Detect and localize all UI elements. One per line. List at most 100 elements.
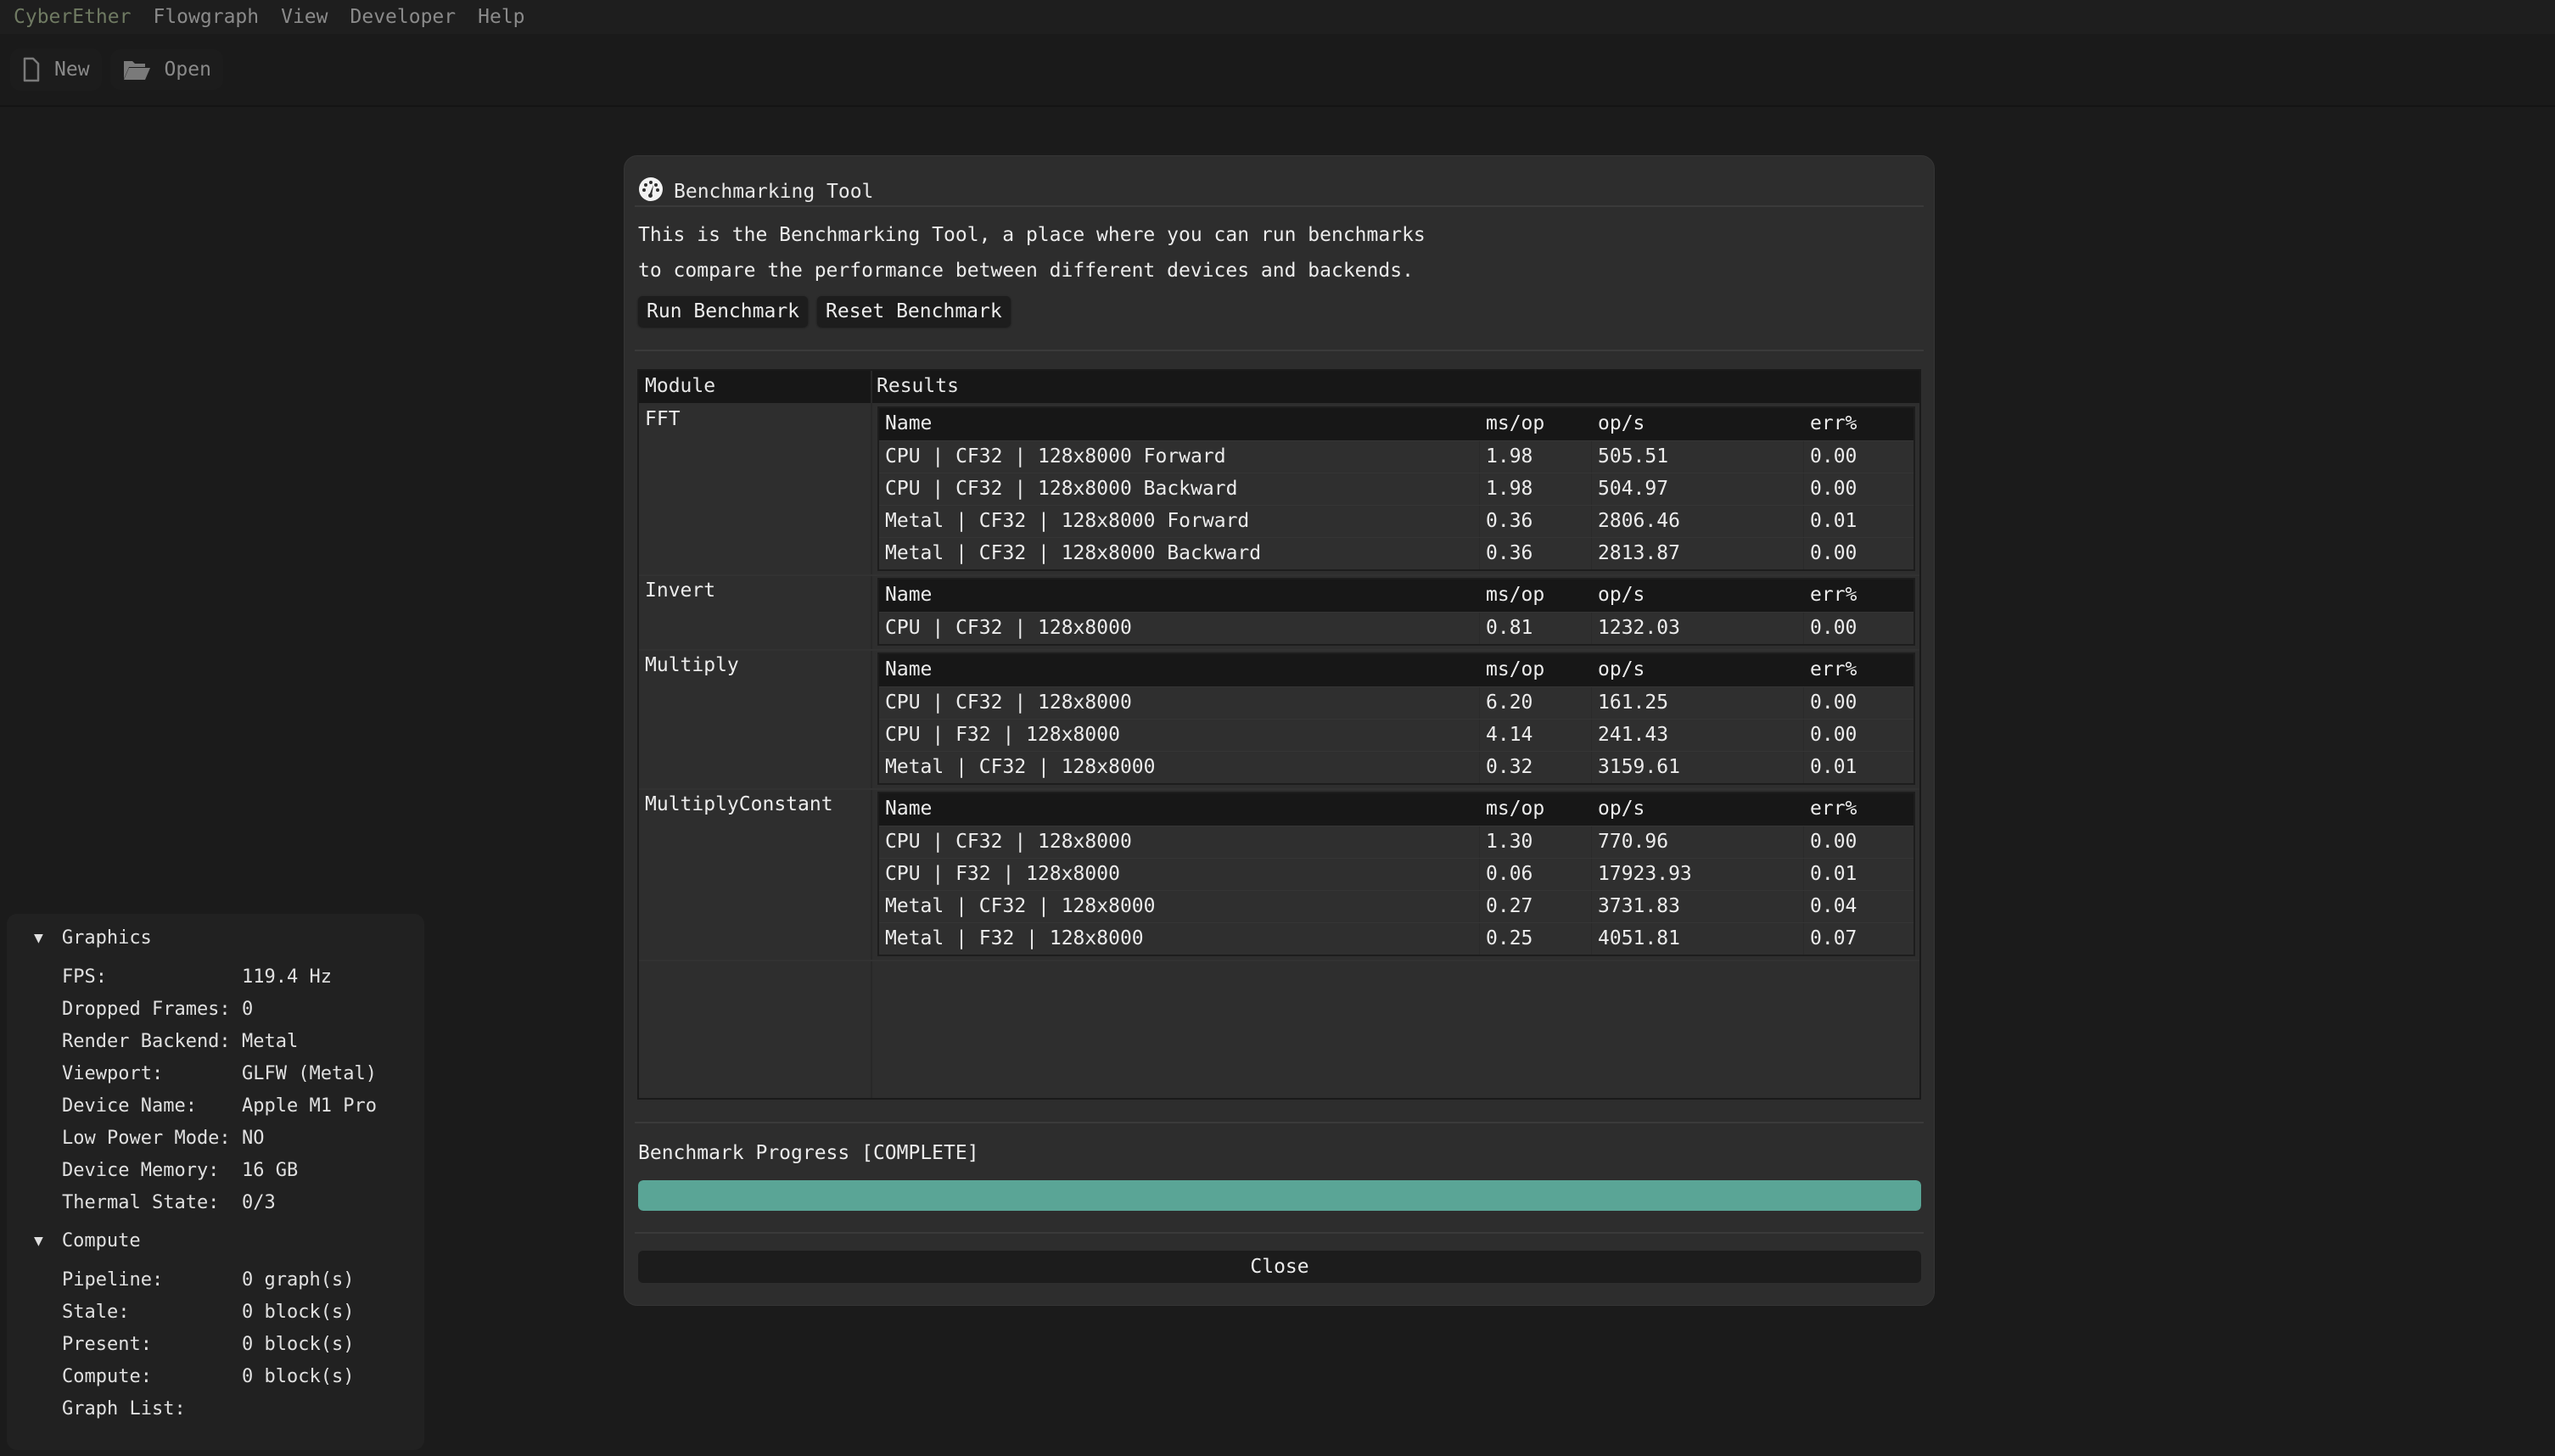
ops-per-sec: 3159.61 — [1598, 756, 1680, 778]
menu-cyberether[interactable]: CyberEther — [14, 6, 131, 28]
table-row: Metal | CF32 | 128x8000 0.32 3159.61 0.01 — [879, 751, 1913, 783]
menu-flowgraph[interactable]: Flowgraph — [153, 6, 259, 28]
new-label: New — [54, 59, 90, 81]
table-row: Metal | CF32 | 128x8000 Backward 0.36 2813… — [879, 537, 1913, 569]
stat-label: Render Backend: — [62, 1031, 231, 1052]
error-percent: 0.01 — [1810, 756, 1857, 778]
progress-fill — [638, 1180, 1921, 1211]
op-s-column-header: op/s — [1598, 412, 1645, 434]
ms-per-op: 0.36 — [1486, 510, 1533, 532]
module-results-table: Name ms/op op/s err% CPU | CF32 | 128x8000 F… — [877, 406, 1915, 571]
module-row: MultiplyConstant Name ms/op op/s err% CPU | C… — [639, 790, 1919, 961]
err-column-header: err% — [1810, 658, 1857, 680]
folder-open-icon — [122, 58, 151, 81]
error-percent: 0.01 — [1810, 510, 1857, 532]
menu-bar: CyberEther Flowgraph View Developer Help — [0, 0, 2555, 34]
benchmark-name: Metal | CF32 | 128x8000 — [885, 756, 1156, 778]
table-row: CPU | F32 | 128x8000 0.06 17923.93 0.01 — [879, 858, 1913, 890]
stat-row: Device Name: Apple M1 Pro — [62, 1095, 377, 1117]
module-results-table: Name ms/op op/s err% CPU | CF32 | 128x8000 0.… — [877, 578, 1915, 646]
stat-row: Thermal State: 0/3 — [62, 1192, 276, 1213]
module-name: FFT — [645, 408, 681, 430]
ms-per-op: 1.98 — [1486, 478, 1533, 500]
table-row: Metal | CF32 | 128x8000 0.27 3731.83 0.04 — [879, 890, 1913, 922]
benchmark-name: CPU | CF32 | 128x8000 Forward — [885, 445, 1226, 468]
ms-per-op: 0.36 — [1486, 542, 1533, 564]
progress-label: Benchmark Progress [COMPLETE] — [638, 1142, 979, 1164]
dialog-title-bar[interactable]: Benchmarking Tool — [638, 168, 873, 216]
name-column-header: Name — [885, 658, 933, 680]
benchmark-name: Metal | CF32 | 128x8000 Backward — [885, 542, 1262, 564]
menu-help[interactable]: Help — [478, 6, 524, 28]
stat-label: Thermal State: — [62, 1192, 220, 1213]
graphics-section-header[interactable]: ▼ Graphics — [34, 927, 152, 949]
new-button[interactable]: New — [10, 48, 102, 91]
benchmark-name: Metal | CF32 | 128x8000 Forward — [885, 510, 1250, 532]
stat-value: 119.4 Hz — [242, 966, 332, 988]
table-row: CPU | CF32 | 128x8000 6.20 161.25 0.00 — [879, 686, 1913, 719]
ops-per-sec: 1232.03 — [1598, 617, 1680, 639]
divider — [635, 1122, 1924, 1123]
ops-per-sec: 161.25 — [1598, 692, 1669, 714]
file-icon — [22, 57, 41, 82]
stat-label: Stale: — [62, 1302, 130, 1323]
benchmark-name: CPU | CF32 | 128x8000 Backward — [885, 478, 1238, 500]
ms-op-column-header: ms/op — [1486, 584, 1545, 606]
results-header-row: Name ms/op op/s err% — [879, 654, 1913, 686]
op-s-column-header: op/s — [1598, 584, 1645, 606]
module-results-table: Name ms/op op/s err% CPU | CF32 | 128x8000 1.… — [877, 792, 1915, 956]
table-row: CPU | CF32 | 128x8000 Forward 1.98 505.51 0… — [879, 440, 1913, 473]
reset-benchmark-button[interactable]: Reset Benchmark — [817, 296, 1011, 327]
benchmark-name: CPU | F32 | 128x8000 — [885, 724, 1120, 746]
ops-per-sec: 2806.46 — [1598, 510, 1680, 532]
menu-developer[interactable]: Developer — [350, 6, 457, 28]
stat-label: Pipeline: — [62, 1269, 164, 1291]
table-row: CPU | CF32 | 128x8000 Backward 1.98 504.97… — [879, 473, 1913, 505]
error-percent: 0.04 — [1810, 895, 1857, 917]
stat-row: Viewport: GLFW (Metal) — [62, 1063, 377, 1084]
collapse-triangle-icon: ▼ — [34, 1232, 43, 1250]
module-name: Invert — [645, 580, 716, 602]
gauge-icon — [638, 176, 664, 207]
ops-per-sec: 241.43 — [1598, 724, 1669, 746]
collapse-triangle-icon: ▼ — [34, 929, 43, 947]
dialog-title: Benchmarking Tool — [674, 181, 874, 203]
error-percent: 0.00 — [1810, 831, 1857, 853]
table-row: CPU | F32 | 128x8000 4.14 241.43 0.00 — [879, 719, 1913, 751]
error-percent: 0.00 — [1810, 724, 1857, 746]
menu-view[interactable]: View — [281, 6, 328, 28]
ms-per-op: 0.27 — [1486, 895, 1533, 917]
err-column-header: err% — [1810, 412, 1857, 434]
stat-value: 0 graph(s) — [242, 1269, 355, 1291]
results-column-header: Results — [877, 375, 959, 397]
results-table-header: Module Results — [639, 371, 1919, 403]
ops-per-sec: 770.96 — [1598, 831, 1669, 853]
ms-per-op: 0.06 — [1486, 863, 1533, 885]
table-row: CPU | CF32 | 128x8000 1.30 770.96 0.00 — [879, 826, 1913, 858]
stat-row: Dropped Frames: 0 — [62, 999, 253, 1020]
close-button[interactable]: Close — [638, 1251, 1921, 1283]
compute-section-header[interactable]: ▼ Compute — [34, 1230, 141, 1252]
table-row: CPU | CF32 | 128x8000 0.81 1232.03 0.00 — [879, 612, 1913, 644]
stat-value: NO — [242, 1128, 265, 1149]
stat-label: Dropped Frames: — [62, 999, 231, 1020]
stat-value: 0/3 — [242, 1192, 276, 1213]
description-line-1: This is the Benchmarking Tool, a place w… — [638, 224, 1426, 246]
table-row: Metal | F32 | 128x8000 0.25 4051.81 0.07 — [879, 922, 1913, 955]
stat-label: Viewport: — [62, 1063, 164, 1084]
stat-row: Device Memory: 16 GB — [62, 1160, 298, 1181]
open-button[interactable]: Open — [109, 49, 223, 90]
error-percent: 0.00 — [1810, 617, 1857, 639]
stat-value: 0 block(s) — [242, 1366, 355, 1387]
stat-value: 16 GB — [242, 1160, 299, 1181]
stat-row: Present: 0 block(s) — [62, 1334, 354, 1355]
name-column-header: Name — [885, 412, 933, 434]
stat-label: Graph List: — [62, 1398, 186, 1420]
module-row: FFT Name ms/op op/s err% CPU | CF32 | 128x800… — [639, 405, 1919, 576]
module-column-header: Module — [645, 375, 716, 397]
benchmark-name: Metal | F32 | 128x8000 — [885, 927, 1144, 949]
stat-value: 0 block(s) — [242, 1334, 355, 1355]
results-header-row: Name ms/op op/s err% — [879, 408, 1913, 440]
run-benchmark-button[interactable]: Run Benchmark — [638, 296, 809, 327]
stat-value: 0 — [242, 999, 254, 1020]
